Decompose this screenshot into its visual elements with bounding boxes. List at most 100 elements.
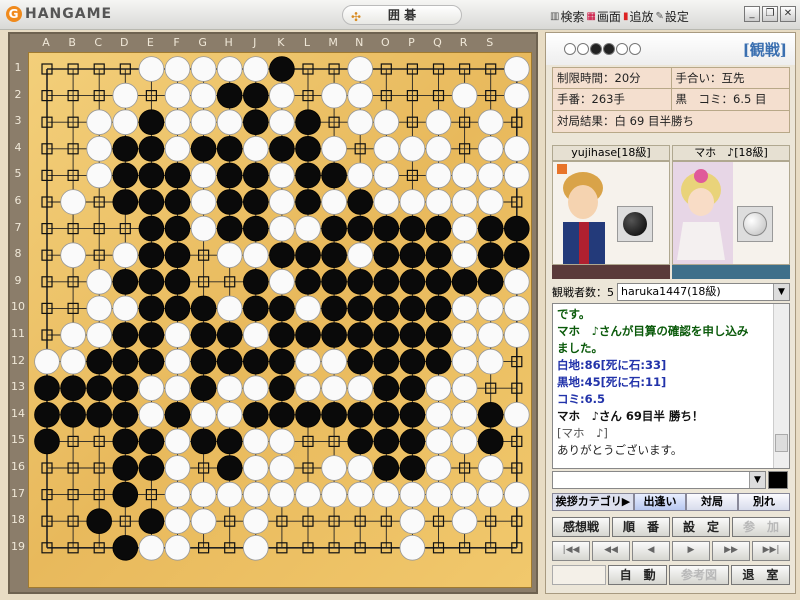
chevron-down-icon[interactable]: ▼ <box>773 284 789 300</box>
white-stone <box>243 322 269 348</box>
row-label: 4 <box>14 140 22 154</box>
leave-button[interactable]: 退 室 <box>730 565 790 585</box>
board-grid[interactable] <box>29 53 533 589</box>
home-icon <box>557 164 567 174</box>
black-stone <box>34 375 60 402</box>
white-stone <box>425 481 452 508</box>
last-move-icon[interactable]: ▶▶| <box>752 541 790 561</box>
white-stone <box>451 481 478 508</box>
go-board[interactable] <box>28 52 532 588</box>
next-move-icon[interactable]: ▶ <box>672 541 710 561</box>
white-stone <box>243 136 269 162</box>
settings-button[interactable]: 設 定 <box>672 517 730 537</box>
prev-move-icon[interactable]: ◀ <box>632 541 670 561</box>
white-stone <box>373 189 400 215</box>
white-stone <box>190 109 217 135</box>
white-stone <box>190 215 217 242</box>
menu-search[interactable]: ▥ 検索 <box>550 8 584 25</box>
black-stone <box>164 162 191 189</box>
white-stone <box>164 348 191 375</box>
black-stone <box>190 428 217 455</box>
white-stone <box>347 455 374 481</box>
greet-tab-game[interactable]: 対局 <box>686 493 738 511</box>
white-stone <box>86 322 112 348</box>
white-stone <box>503 295 530 322</box>
black-stone <box>216 322 243 348</box>
rewind-icon[interactable]: ◀◀ <box>592 541 630 561</box>
black-player-avatar[interactable] <box>552 161 670 265</box>
white-stone <box>373 109 400 135</box>
players: yujihase[18級] マホ ♪[18級] <box>552 145 790 279</box>
spectator-count: 観戦者数：5 <box>552 286 614 299</box>
spectator-select[interactable]: haruka1447(18級) ▼ <box>617 283 790 301</box>
black-stone <box>243 162 269 189</box>
white-stone <box>164 534 191 561</box>
chat-scrollbar[interactable] <box>773 304 789 468</box>
order-button[interactable]: 順 番 <box>612 517 670 537</box>
first-move-icon[interactable]: |◀◀ <box>552 541 590 561</box>
white-stone <box>190 162 217 189</box>
menu-kick[interactable]: ▮ 追放 <box>623 8 654 25</box>
menu-settings[interactable]: ✎ 設定 <box>655 8 688 25</box>
chat-log[interactable]: です。 マホ ♪さんが目算の確認を申し込み ました。 白地:86[死に石:33] 黒地:… <box>552 303 790 469</box>
white-stone <box>425 401 452 428</box>
black-stone <box>138 215 165 242</box>
white-stone <box>34 348 60 375</box>
white-stone <box>503 269 530 295</box>
white-stone <box>451 375 478 402</box>
black-stone <box>86 348 112 375</box>
white-stone <box>425 109 452 135</box>
black-stone <box>269 56 295 82</box>
white-player-avatar[interactable] <box>672 161 790 265</box>
black-stone <box>321 242 347 269</box>
white-stone <box>138 401 165 428</box>
scroll-thumb[interactable] <box>775 434 788 452</box>
black-stone <box>216 189 243 215</box>
black-stone <box>138 322 165 348</box>
reference-button[interactable]: 参考図 <box>669 565 729 585</box>
greet-tab-bye[interactable]: 別れ <box>738 493 790 511</box>
column-label: A <box>42 36 50 49</box>
black-stone <box>399 348 426 375</box>
black-stone <box>321 215 347 242</box>
black-stone <box>269 348 295 375</box>
close-button[interactable]: ✕ <box>780 6 796 22</box>
white-stone <box>243 56 269 82</box>
black-stone <box>190 375 217 402</box>
white-stone <box>451 295 478 322</box>
row-label: 8 <box>14 247 22 261</box>
game-title: ✣ 囲 碁 <box>342 5 462 25</box>
restore-button[interactable]: ❐ <box>762 6 778 22</box>
black-stone <box>112 136 139 162</box>
greet-tab-meet[interactable]: 出逢い <box>634 493 686 511</box>
white-stone <box>243 481 269 508</box>
black-stone <box>347 401 374 428</box>
white-stone <box>216 242 243 269</box>
white-stone <box>190 189 217 215</box>
white-stone <box>321 82 347 109</box>
color-swatch[interactable] <box>768 471 788 489</box>
chat-message: マホ ♪さんが目算の確認を申し込み <box>557 324 749 338</box>
white-stone <box>321 481 347 508</box>
white-stone <box>503 82 530 109</box>
chat-input[interactable]: ▼ <box>552 471 766 489</box>
black-stone <box>60 401 86 428</box>
chevron-down-icon[interactable]: ▼ <box>749 472 765 488</box>
black-stone <box>347 322 374 348</box>
join-button[interactable]: 参 加 <box>732 517 790 537</box>
chat-message: ました。 <box>557 341 603 355</box>
game-info: 制限時間：20分 手合い：互先 手番：263手黒 コミ：6.5 目 対局結果：白 … <box>552 67 790 133</box>
minimize-button[interactable]: _ <box>744 6 760 22</box>
white-stone <box>216 295 243 322</box>
column-label: E <box>146 36 154 49</box>
black-stone <box>503 242 530 269</box>
black-stone <box>138 428 165 455</box>
review-button[interactable]: 感想戦 <box>552 517 610 537</box>
menu-screen[interactable]: ▦ 画面 <box>586 8 620 25</box>
black-stone <box>399 375 426 402</box>
fast-forward-icon[interactable]: ▶▶ <box>712 541 750 561</box>
white-stone <box>503 401 530 428</box>
white-stone-indicator <box>737 206 773 242</box>
auto-button[interactable]: 自 動 <box>608 565 668 585</box>
black-stone <box>34 428 60 455</box>
